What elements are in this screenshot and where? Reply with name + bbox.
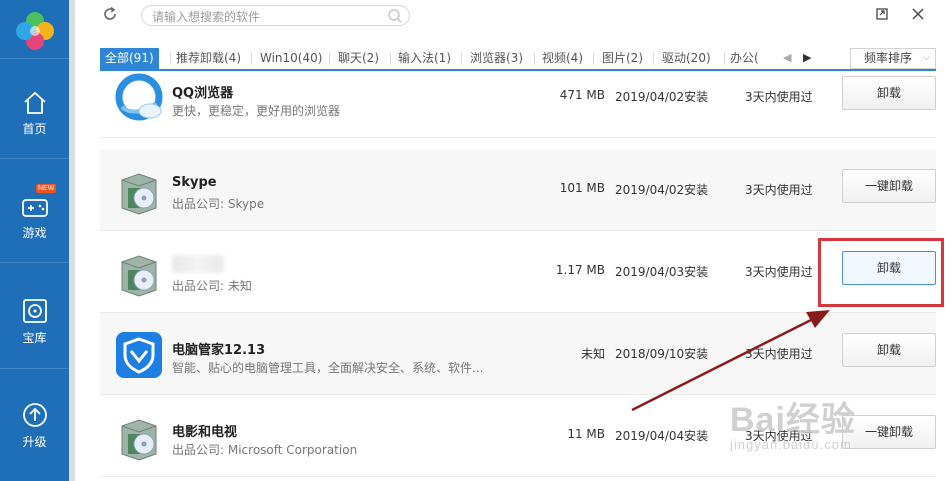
app-description: 出品公司: Microsoft Corporation xyxy=(172,443,358,457)
app-description: 出品公司: 未知 xyxy=(172,279,252,293)
app-size: 471 MB xyxy=(559,88,605,102)
search-box xyxy=(141,5,410,27)
app-name: 电脑管家12.13 xyxy=(172,343,266,358)
app-size: 未知 xyxy=(580,347,605,361)
install-date: 2019/04/02安装 xyxy=(615,183,709,197)
close-icon[interactable] xyxy=(910,6,926,22)
tab-input-method[interactable]: 输入法(1) xyxy=(398,48,451,69)
one-click-uninstall-button[interactable]: 一键卸载 xyxy=(842,415,936,449)
app-logo-icon xyxy=(16,12,54,50)
installer-box-icon xyxy=(121,419,157,461)
sidebar-edge xyxy=(69,0,75,481)
sidebar-item-label: 升级 xyxy=(22,435,47,449)
app-name: Skype xyxy=(172,175,217,190)
tab-divider xyxy=(329,52,330,65)
list-item: Skype 出品公司: Skype 101 MB 2019/04/02安装 3天… xyxy=(100,149,936,231)
search-icon[interactable] xyxy=(387,8,403,24)
install-date: 2018/09/10安装 xyxy=(615,347,709,361)
sidebar-item-label: 首页 xyxy=(22,122,47,136)
installer-box-icon xyxy=(121,173,157,215)
sidebar-item-label: 游戏 xyxy=(22,226,47,240)
tab-recommended[interactable]: 推荐卸载(4) xyxy=(176,48,241,69)
search-input[interactable] xyxy=(142,7,377,27)
tab-divider xyxy=(593,52,594,65)
installer-box-icon xyxy=(121,255,157,297)
app-name: QQ浏览器 xyxy=(172,86,234,101)
install-date: 2019/04/02安装 xyxy=(615,90,709,104)
sidebar-item-home[interactable]: 首页 xyxy=(0,90,69,137)
app-description: 出品公司: Skype xyxy=(172,197,265,211)
sidebar-divider xyxy=(0,368,69,369)
annotation-highlight-box xyxy=(818,238,944,307)
gamepad-icon xyxy=(21,199,48,217)
watermark-logo: Bai经验 xyxy=(730,401,856,439)
tabs-scroll-right-icon[interactable]: ▶ xyxy=(803,51,811,64)
sidebar-item-label: 宝库 xyxy=(22,331,47,345)
sidebar-item-upgrade[interactable]: 升级 xyxy=(0,401,69,450)
app-description: 智能、贴心的电脑管理工具，全面解决安全、系统、软件... xyxy=(172,361,484,375)
tab-divider xyxy=(170,52,171,65)
install-date: 2019/04/04安装 xyxy=(615,429,709,443)
app-name: 电影和电视 xyxy=(172,425,238,440)
pc-manager-shield-icon xyxy=(116,332,162,378)
chevron-down-icon: ⌵ xyxy=(923,53,930,63)
sidebar-item-games[interactable]: NEW 游戏 xyxy=(0,184,69,241)
list-item: QQ浏览器 更快，更稳定，更好用的浏览器 471 MB 2019/04/02安装… xyxy=(100,71,936,138)
app-size: 1.17 MB xyxy=(555,263,605,277)
tab-divider xyxy=(653,52,654,65)
one-click-uninstall-button[interactable]: 一键卸载 xyxy=(842,169,936,203)
usage-status: 3天内使用过 xyxy=(745,347,813,361)
home-icon xyxy=(23,91,46,114)
watermark-url: jingyan.baidu.com xyxy=(730,437,852,452)
usage-status: 3天内使用过 xyxy=(745,265,813,279)
tab-divider xyxy=(461,52,462,65)
tab-divider xyxy=(534,52,535,65)
tab-video[interactable]: 视频(4) xyxy=(542,48,583,69)
tab-all[interactable]: 全部(91) xyxy=(100,48,159,69)
watermark: Bai经验 jingyan.baidu.com xyxy=(730,392,856,452)
tab-divider xyxy=(724,52,725,65)
sort-dropdown[interactable]: 频率排序 ⌵ xyxy=(850,48,936,69)
sidebar: 首页 NEW 游戏 宝库 升级 xyxy=(0,0,69,481)
sidebar-divider xyxy=(0,262,69,263)
app-size: 101 MB xyxy=(559,181,605,195)
sidebar-item-treasury[interactable]: 宝库 xyxy=(0,297,69,346)
app-description: 更快，更稳定，更好用的浏览器 xyxy=(172,104,341,118)
app-size: 11 MB xyxy=(567,427,605,441)
usage-status: 3天内使用过 xyxy=(745,183,813,197)
upgrade-icon xyxy=(22,403,47,427)
new-badge: NEW xyxy=(36,184,57,193)
tab-divider xyxy=(251,52,252,65)
tab-browser[interactable]: 浏览器(3) xyxy=(470,48,523,69)
disc-icon xyxy=(22,299,47,323)
list-item: 出品公司: 未知 1.17 MB 2019/04/03安装 3天内使用过 卸载 xyxy=(100,231,936,313)
restore-window-icon[interactable] xyxy=(874,6,890,22)
sort-dropdown-value: 频率排序 xyxy=(864,51,913,65)
refresh-icon[interactable] xyxy=(101,5,119,23)
tab-divider xyxy=(390,52,391,65)
qq-browser-icon xyxy=(115,73,163,121)
blurred-app-name xyxy=(172,255,224,273)
uninstall-button[interactable]: 卸载 xyxy=(842,76,936,110)
tab-images[interactable]: 图片(2) xyxy=(602,48,643,69)
tab-win10[interactable]: Win10(40) xyxy=(260,48,322,69)
usage-status: 3天内使用过 xyxy=(745,90,813,104)
tabs-scroll-left-icon[interactable]: ◀ xyxy=(783,51,791,64)
list-item: 电脑管家12.13 智能、贴心的电脑管理工具，全面解决安全、系统、软件... 未… xyxy=(100,313,936,395)
uninstall-button[interactable]: 卸载 xyxy=(842,333,936,367)
tab-chat[interactable]: 聊天(2) xyxy=(338,48,379,69)
tab-drivers[interactable]: 驱动(20) xyxy=(662,48,711,69)
sidebar-divider xyxy=(0,158,69,159)
sidebar-divider xyxy=(0,58,69,59)
tab-office[interactable]: 办公( xyxy=(730,48,776,69)
install-date: 2019/04/03安装 xyxy=(615,265,709,279)
